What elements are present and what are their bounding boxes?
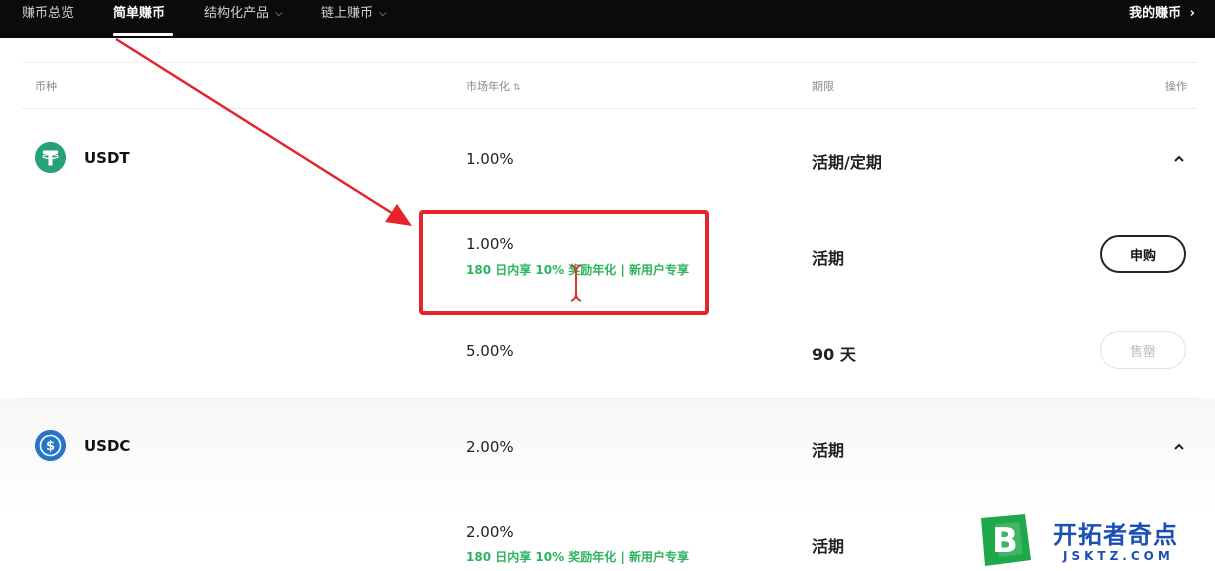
annotation-highlight-box <box>419 210 709 315</box>
watermark-logo: B 开拓者奇点 JSKTZ.COM <box>965 511 1215 571</box>
watermark-subtitle: JSKTZ.COM <box>1063 549 1174 563</box>
logo-badge-letter: B <box>992 521 1018 561</box>
logo-badge-icon: B <box>981 514 1031 566</box>
text-cursor-icon <box>570 264 582 302</box>
watermark-title: 开拓者奇点 <box>1053 521 1178 549</box>
